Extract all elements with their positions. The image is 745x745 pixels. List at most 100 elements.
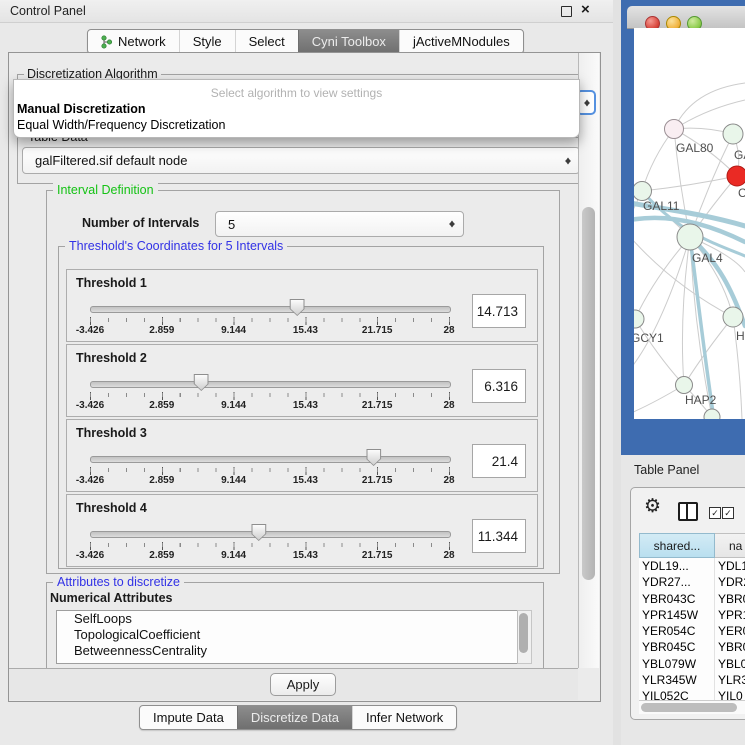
threshold-4-value-field[interactable]: 11.344 (472, 519, 526, 553)
scrollbar-thumb[interactable] (641, 703, 737, 712)
table-horizontal-scrollbar[interactable] (639, 700, 745, 714)
threshold-3-slider-handle[interactable] (366, 449, 381, 466)
network-window-titlebar[interactable] (627, 6, 745, 29)
attributes-title: Attributes to discretize (53, 575, 184, 590)
numerical-attributes-list: SelfLoops TopologicalCoefficient Between… (56, 610, 518, 664)
interval-definition-label: Interval Definition (53, 183, 158, 198)
threshold-3-value-field[interactable]: 21.4 (472, 444, 526, 478)
threshold-1-slider-handle[interactable] (290, 299, 305, 316)
node-right-mid[interactable] (723, 307, 743, 327)
table-row[interactable]: YBL079WYBL0 (639, 656, 745, 672)
node-label-clipped-c: C (738, 186, 745, 200)
network-icon (101, 35, 112, 49)
slider-tick-labels: -3.426 2.859 9.144 15.43 21.715 28 (90, 550, 449, 562)
stepper-arrows-icon (564, 154, 573, 167)
threshold-3-slider-track[interactable] (90, 456, 451, 463)
list-item-selfloops[interactable]: SelfLoops (57, 611, 517, 627)
list-item-topologicalcoefficient[interactable]: TopologicalCoefficient (57, 627, 517, 643)
node-label-gal80: GAL80 (676, 141, 713, 155)
table-row[interactable]: YIL052CYIL0 (639, 688, 745, 700)
network-view-window: GAL80 GA C GAL11 GAL4 GCY1 H HAP2 (621, 0, 745, 455)
table-row[interactable]: YBR045CYBR0 (639, 639, 745, 655)
node-gal80[interactable] (665, 120, 684, 139)
node-label-clipped-ga: GA (734, 148, 745, 162)
scrollbar-thumb[interactable] (519, 613, 528, 653)
tab-discretize-data[interactable]: Discretize Data (237, 706, 352, 729)
slider-tick-labels: -3.426 2.859 9.144 15.43 21.715 28 (90, 475, 449, 487)
threshold-3-label: Threshold 3 (76, 426, 147, 440)
tab-cyni-toolbox[interactable]: Cyni Toolbox (298, 30, 399, 53)
table-panel-box: ⚙ ✓ ✓ shared... na YDL19...YDL1 YDR27...… (630, 487, 745, 720)
popup-option-equal-width[interactable]: Equal Width/Frequency Discretization (17, 118, 225, 132)
tab-network-label: Network (118, 34, 166, 49)
numerical-attributes-label: Numerical Attributes (50, 591, 172, 605)
gear-icon[interactable]: ⚙ (644, 497, 661, 516)
table-data-value: galFiltered.sif default node (35, 148, 187, 173)
list-item-betweennesscentrality[interactable]: BetweennessCentrality (57, 643, 517, 659)
threshold-4-slider-handle[interactable] (251, 524, 266, 541)
threshold-1-value-field[interactable]: 14.713 (472, 294, 526, 328)
thresholds-title: Threshold's Coordinates for 5 Intervals (65, 239, 287, 254)
slider-minor-ticks (90, 393, 450, 397)
float-window-icon[interactable] (561, 6, 572, 17)
threshold-2-slider-handle[interactable] (194, 374, 209, 391)
table-rows: YDL19...YDL1 YDR27...YDR2 YBR043CYBR0 YP… (639, 558, 745, 700)
node-top-right[interactable] (723, 124, 743, 144)
node-gcy1[interactable] (634, 310, 644, 328)
table-row[interactable]: YBR043CYBR0 (639, 591, 745, 607)
node-label-gcy1: GCY1 (634, 331, 664, 345)
panel-vertical-scrollbar[interactable] (578, 53, 599, 668)
table-row[interactable]: YLR345WYLR3 (639, 672, 745, 688)
table-row[interactable]: YDL19...YDL1 (639, 558, 745, 574)
threshold-2-slider-track[interactable] (90, 381, 451, 388)
node-hap2[interactable] (676, 377, 693, 394)
number-of-intervals-value: 5 (228, 212, 235, 236)
node-label-hap2: HAP2 (685, 393, 716, 407)
popup-option-manual[interactable]: Manual Discretization (17, 102, 146, 116)
tab-jactivemnodules[interactable]: jActiveMNodules (399, 30, 523, 53)
table-row[interactable]: YDR27...YDR2 (639, 574, 745, 590)
tab-style[interactable]: Style (179, 30, 235, 53)
tab-infer-network[interactable]: Infer Network (352, 706, 456, 729)
threshold-1-slider-track[interactable] (90, 306, 451, 313)
network-nodes[interactable] (634, 120, 745, 420)
apply-button[interactable]: Apply (270, 673, 336, 696)
slider-tick-labels: -3.426 2.859 9.144 15.43 21.715 28 (90, 325, 449, 337)
node-gal4[interactable] (677, 224, 703, 250)
attributes-list-scrollbar[interactable] (517, 610, 532, 664)
number-of-intervals-combo[interactable]: 5 (215, 211, 464, 237)
top-tab-bar: Network Style Select Cyni Toolbox jActiv… (87, 29, 524, 54)
column-header-shared-name[interactable]: shared... (639, 533, 715, 558)
checkbox-icon[interactable]: ✓ (722, 507, 734, 519)
table-row[interactable]: YPR145WYPR1 (639, 607, 745, 623)
checkbox-icon[interactable]: ✓ (709, 507, 721, 519)
thresholds-box: Threshold's Coordinates for 5 Intervals … (58, 246, 544, 569)
number-of-intervals-label: Number of Intervals (82, 216, 199, 230)
tab-select[interactable]: Select (235, 30, 298, 53)
network-canvas[interactable]: GAL80 GA C GAL11 GAL4 GCY1 H HAP2 (634, 28, 745, 419)
threshold-4-slider-track[interactable] (90, 531, 451, 538)
popup-hint: Select algorithm to view settings (14, 86, 579, 100)
threshold-4-panel: Threshold 4 -3.426 2.859 9.144 15.43 21.… (66, 494, 538, 567)
slider-tick-labels: -3.426 2.859 9.144 15.43 21.715 28 (90, 400, 449, 412)
table-data-combo[interactable]: galFiltered.sif default node (22, 147, 580, 174)
close-panel-icon[interactable]: × (581, 1, 590, 18)
slider-minor-ticks (90, 543, 450, 547)
threshold-4-label: Threshold 4 (76, 501, 147, 515)
stepper-arrows-icon (583, 96, 592, 109)
columns-icon[interactable] (678, 502, 698, 521)
column-header-name[interactable]: na (715, 533, 745, 558)
node-gal11[interactable] (634, 182, 652, 201)
threshold-3-panel: Threshold 3 -3.426 2.859 9.144 15.43 21.… (66, 419, 538, 492)
threshold-2-value-field[interactable]: 6.316 (472, 369, 526, 403)
scrollbar-thumb[interactable] (582, 207, 595, 580)
table-panel: Table Panel ⚙ ✓ ✓ shared... na YDL19...Y… (621, 455, 745, 745)
tab-impute-data[interactable]: Impute Data (140, 706, 237, 729)
panel-divider[interactable] (613, 0, 621, 745)
tab-network[interactable]: Network (88, 30, 179, 53)
slider-minor-ticks (90, 318, 450, 322)
table-row[interactable]: YER054CYER0 (639, 623, 745, 639)
panel-title: Control Panel (10, 4, 86, 18)
table-panel-title: Table Panel (634, 463, 699, 477)
node-red-selected[interactable] (727, 166, 745, 186)
